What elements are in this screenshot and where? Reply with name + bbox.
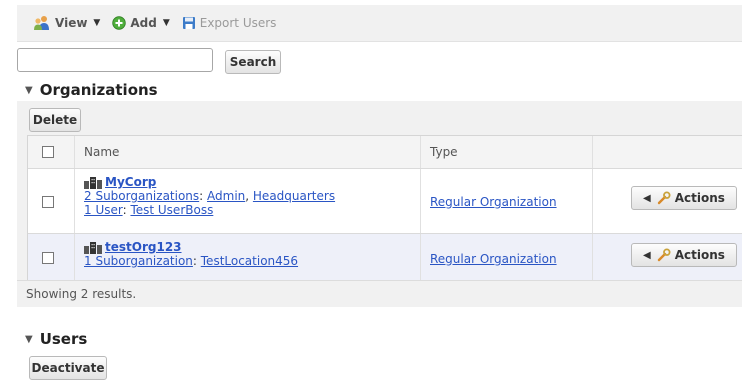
results-count: Showing 2 results. <box>17 280 742 306</box>
name-cell: MyCorp 2 Suborganizations: Admin, Headqu… <box>75 169 421 233</box>
user-link[interactable]: Test UserBoss <box>130 203 213 217</box>
actions-button[interactable]: ◀ Actions <box>631 243 737 267</box>
search-button[interactable]: Search <box>225 50 281 74</box>
row-checkbox[interactable] <box>42 252 54 264</box>
organizations-table: Name Type MyCorp 2 Suborganizations: Adm… <box>27 135 742 281</box>
name-block: testOrg123 1 Suborganization: TestLocati… <box>84 240 298 268</box>
organizations-title: Organizations <box>39 81 158 99</box>
suborganization-link[interactable]: Headquarters <box>253 189 335 203</box>
chevron-down-icon: ▼ <box>162 18 170 28</box>
add-label: Add <box>130 16 157 30</box>
collapse-triangle-icon: ▼ <box>25 84 33 96</box>
actions-cell: ◀ Actions <box>593 169 741 233</box>
actions-cell: ◀ Actions <box>593 234 741 280</box>
org-name-link[interactable]: MyCorp <box>105 175 156 189</box>
suborganizations-count-link[interactable]: 1 Suborganization <box>84 254 193 268</box>
row-check-cell <box>28 169 75 233</box>
deactivate-button[interactable]: Deactivate <box>29 356 107 380</box>
suborganization-link[interactable]: TestLocation456 <box>201 254 298 268</box>
actions-button[interactable]: ◀ Actions <box>631 186 737 210</box>
users-icon <box>34 16 49 30</box>
suborganizations-line: 2 Suborganizations: Admin, Headquarters <box>84 189 336 203</box>
type-link[interactable]: Regular Organization <box>430 195 557 209</box>
organization-icon <box>84 176 102 189</box>
organizations-section-toggle[interactable]: ▼ Organizations <box>25 81 158 99</box>
column-header-actions <box>593 136 741 168</box>
export-users-button[interactable]: Export Users <box>182 16 277 30</box>
arrow-left-icon: ◀ <box>643 249 651 261</box>
select-all-cell <box>28 136 75 168</box>
users-line: 1 User: Test UserBoss <box>84 203 214 217</box>
toolbar: View ▼ Add ▼ Export Users <box>17 5 742 42</box>
users-count-link[interactable]: 1 User <box>84 203 123 217</box>
type-link[interactable]: Regular Organization <box>430 252 557 266</box>
column-header-type[interactable]: Type <box>421 136 593 168</box>
search-input[interactable] <box>17 48 213 72</box>
row-check-cell <box>28 234 75 280</box>
table-row: testOrg123 1 Suborganization: TestLocati… <box>28 234 742 280</box>
suborganization-link[interactable]: Admin <box>207 189 245 203</box>
users-title: Users <box>39 330 88 348</box>
wrench-icon <box>657 248 671 262</box>
actions-label: Actions <box>674 191 725 205</box>
column-header-name[interactable]: Name <box>75 136 421 168</box>
actions-label: Actions <box>674 248 725 262</box>
table-header-row: Name Type <box>28 136 742 169</box>
add-circle-icon <box>112 16 127 30</box>
table-row: MyCorp 2 Suborganizations: Admin, Headqu… <box>28 169 742 234</box>
wrench-icon <box>657 191 671 205</box>
suborganizations-line: 1 Suborganization: TestLocation456 <box>84 254 299 268</box>
suborganizations-count-link[interactable]: 2 Suborganizations <box>84 189 199 203</box>
collapse-triangle-icon: ▼ <box>25 333 33 345</box>
organization-icon <box>84 241 102 254</box>
save-disk-icon <box>182 17 195 29</box>
users-section-toggle[interactable]: ▼ Users <box>25 330 87 348</box>
arrow-left-icon: ◀ <box>643 192 651 204</box>
name-block: MyCorp 2 Suborganizations: Admin, Headqu… <box>84 175 335 217</box>
delete-button[interactable]: Delete <box>29 108 81 132</box>
export-users-label: Export Users <box>199 16 277 30</box>
chevron-down-icon: ▼ <box>93 18 101 28</box>
name-cell: testOrg123 1 Suborganization: TestLocati… <box>75 234 421 280</box>
org-name-line: MyCorp <box>84 175 335 189</box>
row-checkbox[interactable] <box>42 196 54 208</box>
type-cell: Regular Organization <box>421 169 593 233</box>
view-menu[interactable]: View ▼ <box>33 15 100 31</box>
type-cell: Regular Organization <box>421 234 593 280</box>
select-all-checkbox[interactable] <box>42 146 54 158</box>
view-label: View <box>55 16 88 30</box>
add-menu[interactable]: Add ▼ <box>112 16 170 30</box>
org-name-link[interactable]: testOrg123 <box>105 240 182 254</box>
org-name-line: testOrg123 <box>84 240 298 254</box>
